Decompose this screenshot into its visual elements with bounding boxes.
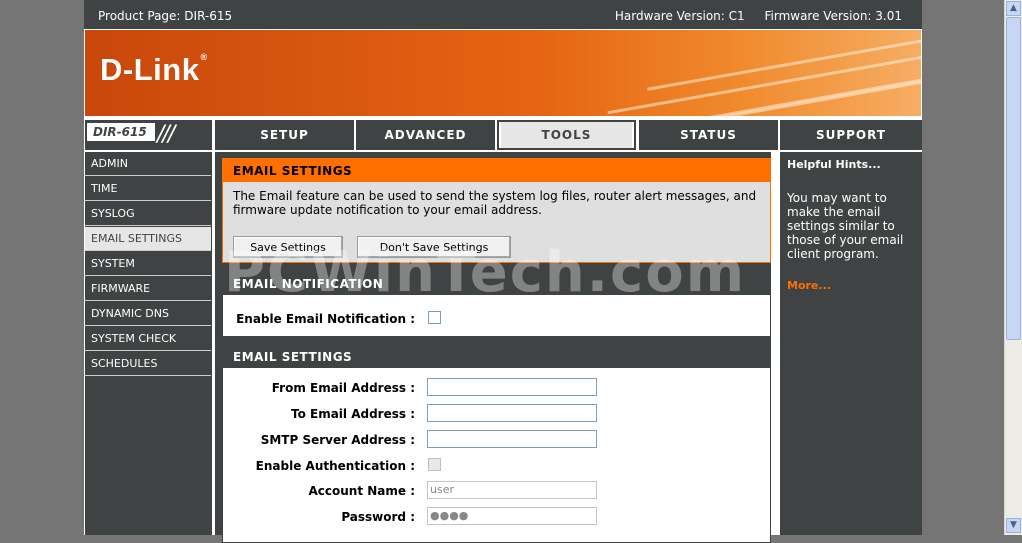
tab-advanced[interactable]: ADVANCED — [356, 120, 495, 150]
to-email-label: To Email Address : — [290, 407, 415, 421]
scroll-down-arrow-icon[interactable]: ▼ — [1006, 518, 1021, 533]
enable-notification-label: Enable Email Notification : — [236, 312, 415, 326]
from-email-row: From Email Address : — [223, 378, 772, 400]
brand-banner: D-Link® — [85, 30, 921, 116]
tab-support[interactable]: SUPPORT — [780, 120, 922, 150]
password-row: Password : ●●●● — [223, 507, 772, 529]
tab-tools[interactable]: TOOLS — [497, 120, 636, 150]
email-settings-panel: EMAIL SETTINGS From Email Address : To E… — [222, 343, 771, 543]
to-email-row: To Email Address : — [223, 404, 772, 426]
account-name-row: Account Name : user — [223, 481, 772, 503]
hardware-version: Hardware Version: C1 — [614, 9, 745, 23]
smtp-server-row: SMTP Server Address : — [223, 430, 772, 452]
sidebar-item-firmware[interactable]: FIRMWARE — [85, 277, 211, 301]
enable-authentication-row: Enable Authentication : — [223, 456, 772, 478]
dlink-logo: D-Link® — [100, 52, 208, 88]
sidebar-item-email-settings[interactable]: EMAIL SETTINGS — [85, 227, 211, 251]
sidebar-item-syslog[interactable]: SYSLOG — [85, 202, 211, 226]
tab-label: ADVANCED — [384, 128, 467, 142]
product-page-link[interactable]: Product Page: DIR-615 — [98, 9, 232, 23]
sidebar-item-schedules[interactable]: SCHEDULES — [85, 352, 211, 376]
tab-setup[interactable]: SETUP — [215, 120, 354, 150]
hints-title: Helpful Hints... — [787, 158, 881, 171]
password-input[interactable]: ●●●● — [427, 507, 597, 525]
vertical-scrollbar[interactable]: ▲ ▼ — [1004, 0, 1022, 535]
smtp-server-input[interactable] — [427, 430, 597, 448]
sidebar-item-system-check[interactable]: SYSTEM CHECK — [85, 327, 211, 351]
model-name: DIR-615 — [87, 123, 155, 141]
tab-label: SETUP — [260, 128, 309, 142]
password-label: Password : — [341, 510, 415, 524]
top-bar: Product Page: DIR-615 Hardware Version: … — [84, 0, 922, 29]
tab-label: TOOLS — [501, 122, 632, 148]
from-email-label: From Email Address : — [271, 381, 415, 395]
account-name-label: Account Name : — [308, 484, 415, 498]
to-email-input[interactable] — [427, 404, 597, 422]
logo-text: D-Link — [100, 52, 200, 87]
sidebar-item-dynamic-dns[interactable]: DYNAMIC DNS — [85, 302, 211, 326]
tab-label: STATUS — [680, 128, 737, 142]
main-navigation: DIR-615 /// SETUP ADVANCED TOOLS STATUS … — [84, 118, 922, 150]
watermark: PCWinTech.com — [224, 240, 747, 305]
main-content: EMAIL SETTINGS The Email feature can be … — [215, 152, 772, 543]
version-info: Hardware Version: C1 Firmware Version: 3… — [599, 9, 902, 23]
hints-more-link[interactable]: More... — [787, 279, 831, 292]
intro-title: EMAIL SETTINGS — [223, 159, 770, 182]
scroll-thumb[interactable] — [1006, 17, 1021, 340]
email-settings-title: EMAIL SETTINGS — [223, 344, 770, 368]
firmware-version: Firmware Version: 3.01 — [764, 9, 902, 23]
slash-decoration-icon: /// — [157, 122, 175, 147]
sidebar-item-admin[interactable]: ADMIN — [85, 152, 211, 176]
from-email-input[interactable] — [427, 378, 597, 396]
helpful-hints-panel: Helpful Hints... You may want to make th… — [780, 152, 922, 535]
logo-reg-mark: ® — [200, 52, 208, 62]
smtp-server-label: SMTP Server Address : — [260, 433, 415, 447]
enable-notification-row: Enable Email Notification : — [223, 309, 772, 331]
model-badge: DIR-615 /// — [85, 120, 212, 150]
sidebar: ADMIN TIME SYSLOG EMAIL SETTINGS SYSTEM … — [85, 152, 212, 535]
tab-status[interactable]: STATUS — [639, 120, 778, 150]
enable-authentication-label: Enable Authentication : — [255, 459, 415, 473]
account-name-input[interactable]: user — [427, 481, 597, 499]
sidebar-item-system[interactable]: SYSTEM — [85, 252, 211, 276]
hints-text: You may want to make the email settings … — [787, 191, 904, 261]
enable-authentication-checkbox[interactable] — [428, 458, 441, 471]
intro-description: The Email feature can be used to send th… — [233, 189, 757, 217]
sidebar-item-time[interactable]: TIME — [85, 177, 211, 201]
scroll-up-arrow-icon[interactable]: ▲ — [1006, 1, 1021, 16]
tab-label: SUPPORT — [815, 128, 887, 142]
enable-notification-checkbox[interactable] — [428, 311, 441, 324]
